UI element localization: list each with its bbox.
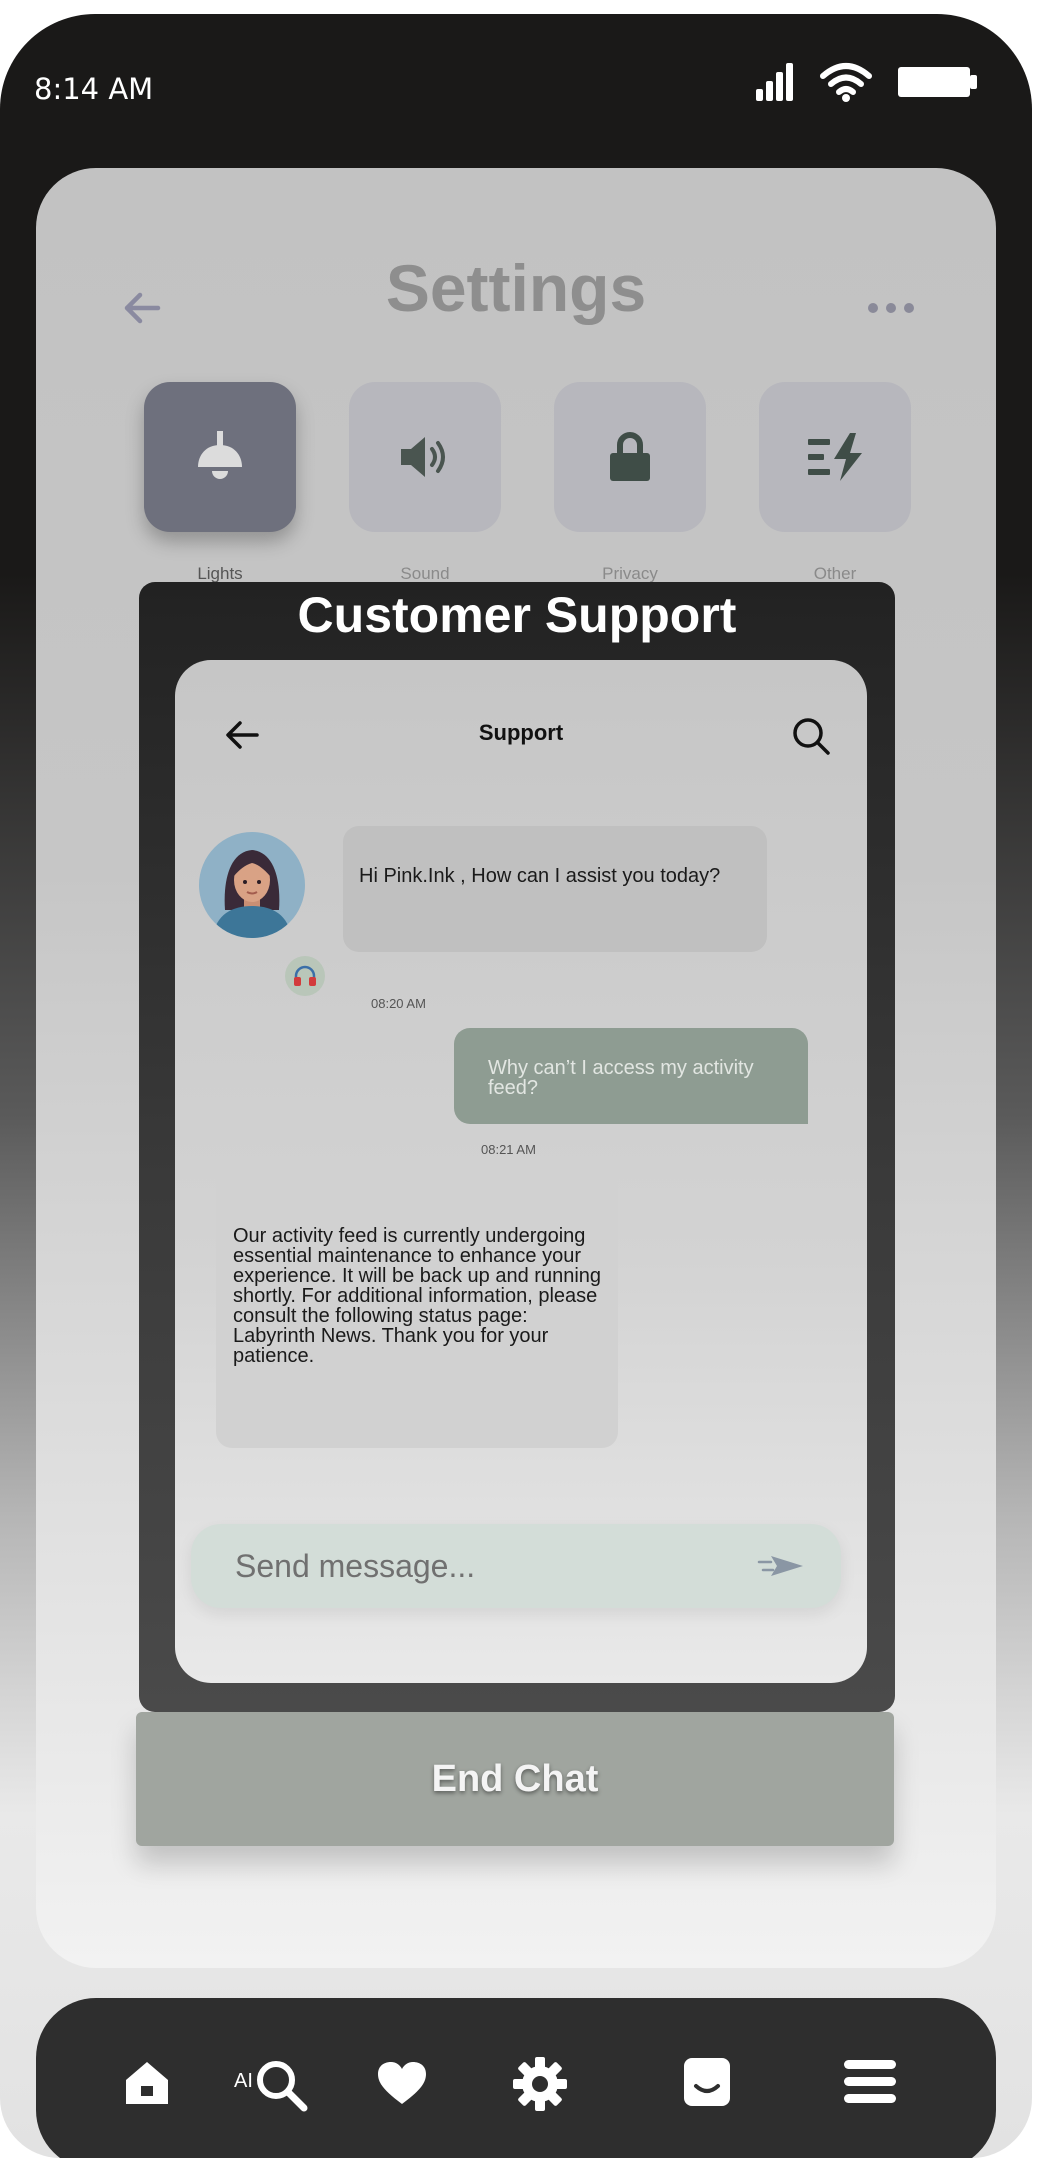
category-sound[interactable]: Sound [349,382,501,584]
end-chat-button[interactable]: End Chat [136,1712,894,1846]
message-timestamp: 08:20 AM [371,996,426,1011]
lamp-icon [198,431,242,479]
smile-square-icon[interactable] [682,2056,732,2108]
category-tile[interactable] [144,382,296,532]
menu-icon[interactable] [842,2058,898,2106]
category-privacy[interactable]: Privacy [554,382,706,584]
message-composer [191,1524,841,1608]
user-message-bubble: Why can’t I access my activity feed? [454,1028,808,1124]
category-other[interactable]: Other [759,382,911,584]
home-icon[interactable] [124,2060,170,2106]
chat-title: Support [478,720,564,745]
status-icons [756,62,978,102]
category-tile[interactable] [759,382,911,532]
send-icon[interactable] [757,1552,805,1580]
category-label: Privacy [602,564,658,583]
speaker-icon [401,437,445,477]
category-tile[interactable] [349,382,501,532]
wifi-icon [820,63,872,102]
battery-icon [898,67,977,97]
ai-search-icon[interactable] [254,2058,310,2114]
bottom-tab-bar: AI [36,1998,996,2158]
agent-portrait-icon [213,850,291,938]
agent-avatar [199,832,305,938]
customer-support-panel: Customer Support Support Hi Pink.Ink , H… [139,582,895,1712]
heart-icon[interactable] [376,2060,428,2106]
agent-message-bubble: Hi Pink.Ink , How can I assist you today… [343,826,767,952]
lines-bolt-icon [808,433,862,481]
chat-card: Support Hi Pink.Ink , How can I assist y… [175,660,867,1683]
category-lights[interactable]: Lights [144,382,296,584]
category-label: Sound [400,564,450,583]
gear-icon[interactable] [512,2056,568,2112]
ai-label: AI [234,2070,253,2092]
status-time: 8:14 AM [34,72,154,106]
support-heading: Customer Support [297,587,737,643]
category-tile[interactable] [554,382,706,532]
message-timestamp: 08:21 AM [481,1142,536,1157]
category-label: Lights [197,564,243,583]
search-icon[interactable] [791,716,831,756]
category-label: Other [813,564,857,583]
page-title: Settings [385,251,647,325]
headset-icon [285,956,325,996]
signal-icon [756,63,793,101]
lock-icon [610,432,650,481]
message-input[interactable] [235,1524,755,1608]
more-options-icon[interactable] [868,303,914,313]
agent-message-bubble: Our activity feed is currently undergoin… [216,1170,618,1448]
phone-frame: 8:14 AM Settings Lights Sound Privacy Ot… [0,14,1032,2158]
